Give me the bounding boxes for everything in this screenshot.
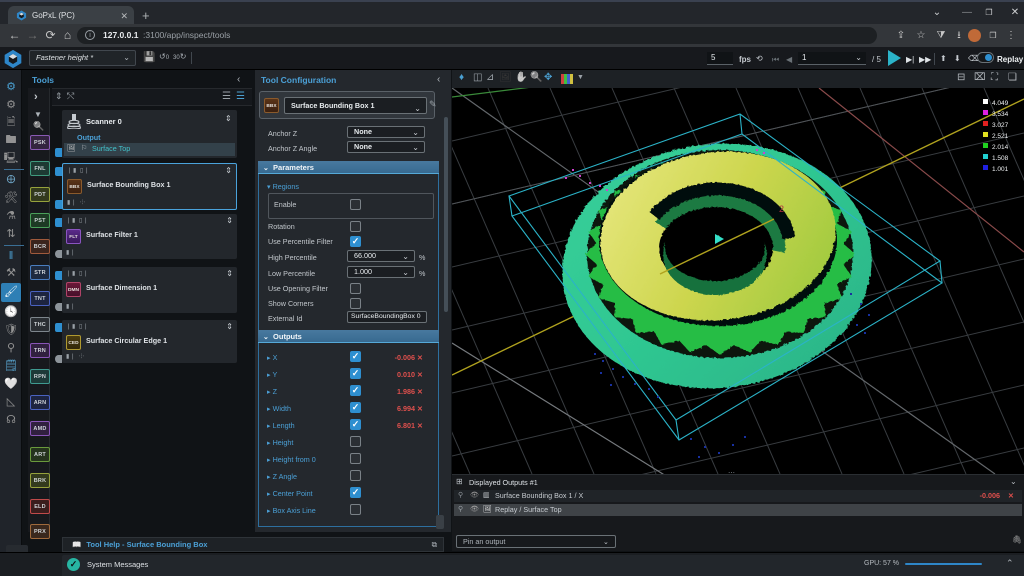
svg-text:1.001: 1.001 [992,166,1009,173]
svg-text:2: 2 [779,204,784,214]
svg-text:3.027: 3.027 [992,122,1009,129]
svg-text:4.049: 4.049 [992,100,1009,107]
svg-text:1.508: 1.508 [992,155,1009,162]
svg-text:3.534: 3.534 [992,111,1009,118]
svg-text:2.014: 2.014 [992,144,1009,151]
svg-text:2.521: 2.521 [992,133,1009,140]
